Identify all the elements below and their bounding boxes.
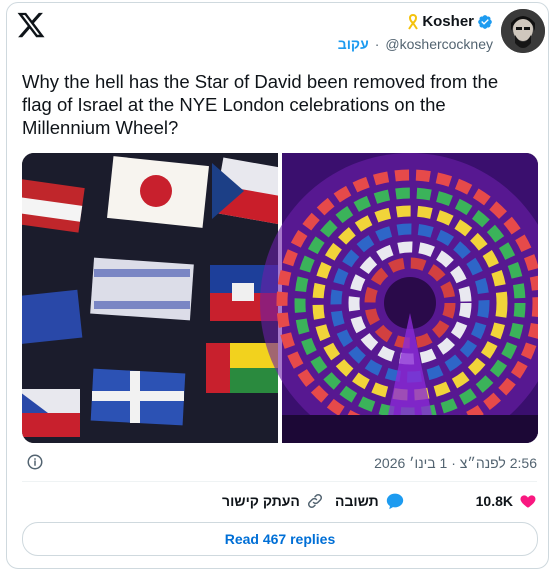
yellow-ribbon-icon: [408, 13, 419, 30]
follow-button[interactable]: עקוב: [338, 36, 369, 52]
likes-count: 10.8K: [475, 493, 513, 509]
tweet-media[interactable]: [22, 153, 538, 443]
tweet-timestamp[interactable]: 2:56 לפנה״צ · 1 בינו׳ 2026: [374, 455, 537, 471]
like-button[interactable]: 10.8K: [476, 492, 537, 510]
author-name-row[interactable]: Kosher: [407, 13, 493, 30]
author-display-name[interactable]: Kosher: [422, 13, 474, 30]
copy-link-button[interactable]: העתק קישור: [222, 492, 324, 510]
avatar[interactable]: [501, 9, 545, 53]
info-icon[interactable]: [26, 453, 44, 471]
handle-row: עקוב · @koshercockney: [338, 36, 493, 52]
verified-badge-icon: [478, 14, 492, 29]
x-logo-icon[interactable]: [16, 10, 46, 40]
link-icon: [307, 493, 322, 509]
tweet-text: Why the hell has the Star of David been …: [22, 71, 499, 138]
copy-link-label: העתק קישור: [222, 493, 300, 509]
author-handle[interactable]: @koshercockney: [385, 36, 493, 52]
reply-label: תשובה: [335, 493, 379, 509]
separator-dot: ·: [374, 36, 380, 52]
reply-bubble-icon: [386, 493, 403, 510]
divider: [22, 481, 537, 482]
read-replies-button[interactable]: Read 467 replies: [22, 522, 538, 556]
reply-button[interactable]: תשובה: [335, 492, 405, 510]
heart-icon: [520, 495, 536, 508]
